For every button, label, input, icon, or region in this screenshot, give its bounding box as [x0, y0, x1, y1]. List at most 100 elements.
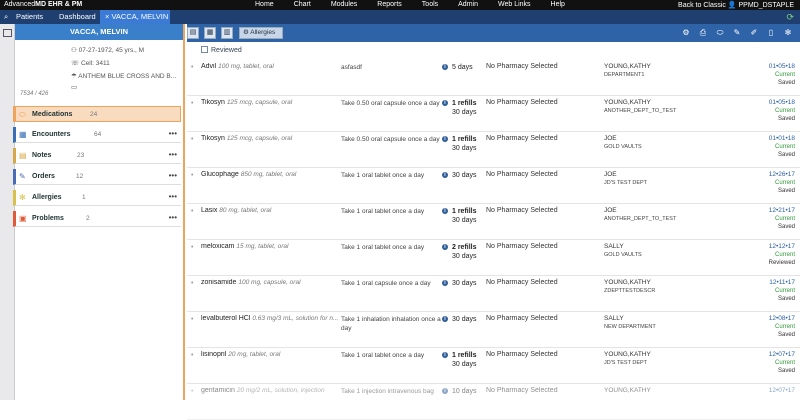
medication-row[interactable]: • Tikosyn 125 mcg, capsule, oral Take 0.50…: [187, 132, 800, 168]
nav-chart[interactable]: Chart: [294, 1, 311, 8]
nav-tools[interactable]: Tools: [422, 1, 438, 8]
info-icon[interactable]: i: [442, 208, 448, 214]
pen-icon[interactable]: ✐: [748, 27, 760, 39]
date-cell: 12•26•17 Current Saved: [768, 171, 795, 194]
medication-row[interactable]: • Tikosyn 125 mcg, capsule, oral Take 0.50…: [187, 96, 800, 132]
main-toolbar: ▤ ▦ ▥ ⚙ Allergies ⚙ ⎙ ⬭ ✎ ✐ ▯ ✻: [187, 24, 800, 42]
detail-view-icon[interactable]: ▥: [221, 27, 233, 39]
sig-text: asfasdf: [341, 64, 362, 71]
medication-row[interactable]: • Lasix 80 mg, tablet, oral Take 1 oral ta…: [187, 204, 800, 240]
drug-cell[interactable]: Advil 100 mg, tablet, oral: [201, 63, 341, 70]
close-tab-icon[interactable]: ×: [105, 12, 109, 21]
drug-name: levalbuterol HCl: [201, 315, 251, 322]
list-view-icon[interactable]: ▦: [204, 27, 216, 39]
more-icon[interactable]: •••: [169, 129, 177, 138]
info-icon[interactable]: i: [442, 388, 448, 394]
sig-text: Take 1 inhalation inhalation once a day: [341, 316, 441, 332]
patient-name: VACCA, MELVIN: [15, 24, 183, 40]
section-label: Allergies: [32, 194, 62, 201]
medication-row[interactable]: • meloxicam 15 mg, tablet, oral Take 1 ora…: [187, 240, 800, 276]
pill-icon[interactable]: ⬭: [714, 27, 726, 39]
drug-name: lisinopril: [201, 351, 227, 358]
info-icon[interactable]: i: [442, 244, 448, 250]
more-icon[interactable]: •••: [169, 150, 177, 159]
section-count: 24: [90, 111, 98, 118]
more-icon[interactable]: •••: [169, 192, 177, 201]
refill-cell: 1 refills 30 days: [452, 136, 477, 152]
tab-patient[interactable]: × VACCA, MELVIN: [100, 10, 170, 24]
section-allergies[interactable]: ✻ Allergies 1 •••: [13, 190, 181, 206]
nav-web-links[interactable]: Web Links: [498, 1, 531, 8]
drug-detail: 0.63 mg/3 mL, solution for n...: [252, 315, 339, 322]
clipboard-icon[interactable]: ▯: [765, 27, 777, 39]
refill-cell: 30 days: [452, 172, 477, 179]
drug-cell[interactable]: meloxicam 15 mg, tablet, oral: [201, 243, 341, 250]
medication-row[interactable]: • lisinopril 20 mg, tablet, oral Take 1 or…: [187, 348, 800, 384]
drug-cell[interactable]: levalbuterol HCl 0.63 mg/3 mL, solution …: [201, 315, 341, 322]
info-icon[interactable]: i: [442, 352, 448, 358]
more-icon[interactable]: •••: [169, 171, 177, 180]
info-icon[interactable]: i: [442, 64, 448, 70]
drug-cell[interactable]: Tikosyn 125 mcg, capsule, oral: [201, 135, 341, 142]
problems-icon: ▣: [19, 214, 27, 223]
date-cell: 12•12•17 Current Reviewed: [768, 243, 795, 266]
tab-dashboard[interactable]: Dashboard: [55, 10, 100, 24]
drug-detail: 80 mg, tablet, oral: [219, 207, 272, 214]
info-icon[interactable]: i: [442, 316, 448, 322]
drug-cell[interactable]: lisinopril 20 mg, tablet, oral: [201, 351, 341, 358]
patient-id: 7534 / 426: [20, 91, 49, 97]
info-icon[interactable]: i: [442, 280, 448, 286]
provider-cell: JOE JD'S TEST DEPT: [604, 171, 648, 186]
refresh-icon[interactable]: ⟳: [786, 12, 794, 23]
patient-insurance: ☂ ANTHEM BLUE CROSS AND B...: [71, 73, 177, 80]
info-icon[interactable]: i: [442, 100, 448, 106]
tab-patients[interactable]: Patients: [16, 10, 43, 24]
allergies-button[interactable]: ⚙ Allergies: [239, 27, 283, 39]
nav-reports[interactable]: Reports: [377, 1, 402, 8]
print-icon[interactable]: ⎙: [697, 27, 709, 39]
grid-view-icon[interactable]: ▤: [187, 27, 199, 39]
section-problems[interactable]: ▣ Problems 2 •••: [13, 211, 181, 227]
settings-icon[interactable]: ⚙: [680, 27, 692, 39]
refill-cell: 10 days: [452, 388, 477, 395]
drug-detail: 20 mg, tablet, oral: [228, 351, 281, 358]
medication-row[interactable]: • zonisamide 100 mg, capsule, oral Take 1 …: [187, 276, 800, 312]
search-icon[interactable]: ⌕: [4, 10, 8, 24]
info-icon[interactable]: i: [442, 172, 448, 178]
more-icon[interactable]: •••: [169, 213, 177, 222]
row-bullet: •: [191, 172, 194, 179]
row-bullet: •: [191, 64, 194, 71]
medication-row[interactable]: • levalbuterol HCl 0.63 mg/3 mL, solution…: [187, 312, 800, 348]
pharmacy-text: No Pharmacy Selected: [486, 387, 558, 394]
nav-admin[interactable]: Admin: [458, 1, 478, 8]
section-label: Notes: [32, 152, 52, 159]
user-menu[interactable]: Back to Classic 👤 PPMD_DSTAPLE: [678, 1, 794, 9]
allergy-icon: ✻: [19, 193, 26, 202]
list-icon[interactable]: [3, 29, 12, 37]
nav-modules[interactable]: Modules: [331, 1, 357, 8]
section-notes[interactable]: ▤ Notes 23 •••: [13, 148, 181, 164]
drug-cell[interactable]: gentamicin 20 mg/2 mL, solution, injecti…: [201, 387, 341, 394]
section-medications[interactable]: ⬭ Medications 24: [13, 106, 181, 122]
nav-home[interactable]: Home: [255, 1, 274, 8]
patient-dob: ⚇ 07-27-1972, 45 yrs., M: [71, 47, 145, 54]
section-count: 2: [86, 215, 90, 222]
info-icon[interactable]: i: [442, 136, 448, 142]
medication-row[interactable]: • Advil 100 mg, tablet, oral asfasdf i 5 day…: [187, 60, 800, 96]
snowflake-icon[interactable]: ✻: [782, 27, 794, 39]
medication-row[interactable]: • gentamicin 20 mg/2 mL, solution, inject…: [187, 384, 800, 420]
provider-cell: YOUNG,KATHY JD'S TEST DEPT: [604, 351, 651, 366]
section-encounters[interactable]: ▦ Encounters 64 •••: [13, 127, 181, 143]
nav-help[interactable]: Help: [551, 1, 565, 8]
drug-cell[interactable]: Glucophage 850 mg, tablet, oral: [201, 171, 341, 178]
section-count: 23: [77, 152, 85, 159]
drug-cell[interactable]: Lasix 80 mg, tablet, oral: [201, 207, 341, 214]
section-orders[interactable]: ✎ Orders 12 •••: [13, 169, 181, 185]
reviewed-checkbox[interactable]: Reviewed: [201, 46, 242, 54]
refill-cell: 1 refills 30 days: [452, 208, 477, 224]
drug-cell[interactable]: zonisamide 100 mg, capsule, oral: [201, 279, 341, 286]
drug-cell[interactable]: Tikosyn 125 mcg, capsule, oral: [201, 99, 341, 106]
pharmacy-text: No Pharmacy Selected: [486, 135, 558, 142]
medication-row[interactable]: • Glucophage 850 mg, tablet, oral Take 1 o…: [187, 168, 800, 204]
edit-icon[interactable]: ✎: [731, 27, 743, 39]
